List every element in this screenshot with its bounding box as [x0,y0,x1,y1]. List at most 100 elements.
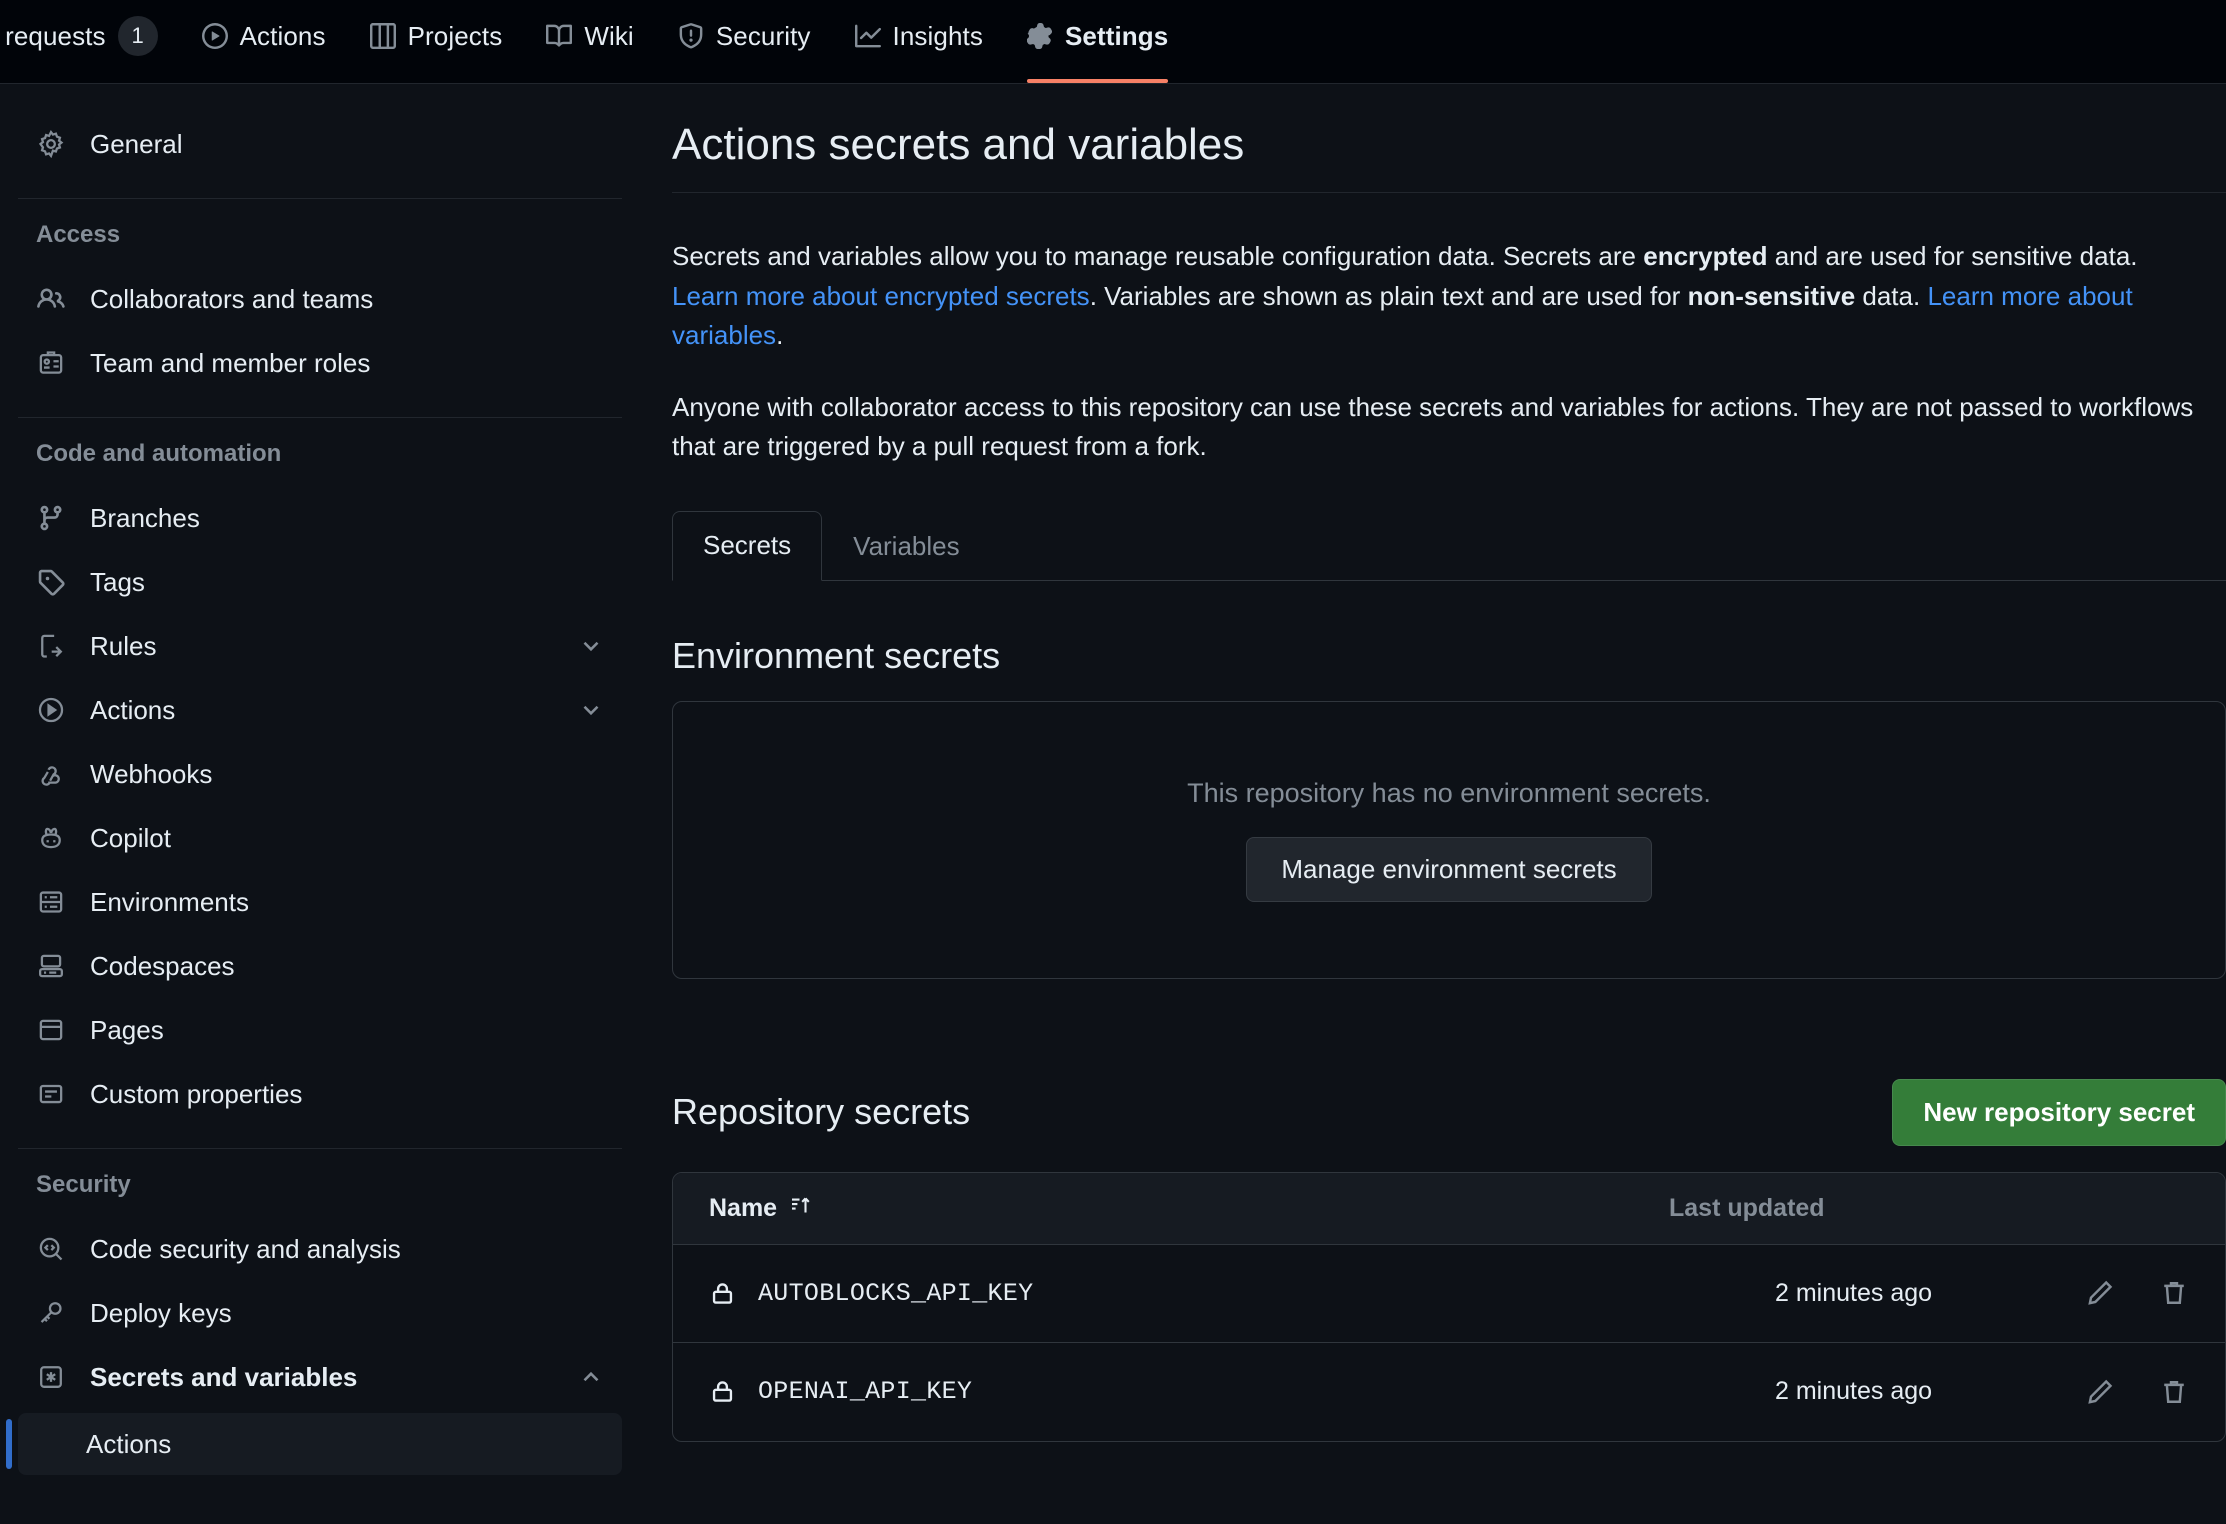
graph-icon [854,23,881,49]
sidebar-item-codespaces[interactable]: Codespaces [18,934,622,998]
nav-item-security[interactable]: Security [656,0,833,72]
people-icon [36,285,66,313]
main-content: Actions secrets and variables Secrets an… [672,84,2226,1442]
pencil-icon[interactable] [2085,1377,2115,1407]
sort-asc-icon[interactable] [789,1193,813,1224]
nav-item-wiki[interactable]: Wiki [524,0,656,72]
column-header-name[interactable]: Name [709,1193,813,1224]
sidebar-item-team-and-member-roles[interactable]: Team and member roles [18,331,622,395]
active-tab-underline [1026,79,1169,83]
sidebar-divider [18,198,622,199]
chevron-up-icon[interactable] [578,1364,604,1390]
sidebar-item-label: Rules [90,630,157,661]
sidebar-item-label: Team and member roles [90,347,371,378]
nav-item-label: ll requests [0,20,106,51]
pencil-icon[interactable] [2085,1278,2115,1308]
repository-secrets-title: Repository secrets [672,1091,971,1133]
nav-item-label: Projects [407,20,503,51]
sidebar-item-pages[interactable]: Pages [18,998,622,1062]
sidebar-group-title-security: Security [36,1171,131,1198]
lock-icon [709,1378,736,1405]
nav-item-label: Settings [1064,20,1169,51]
sidebar-item-code-security-and-analysis[interactable]: Code security and analysis [18,1217,622,1281]
table-row: AUTOBLOCKS_API_KEY 2 minutes ago [673,1245,2225,1343]
nav-item-projects[interactable]: Projects [348,0,525,72]
sidebar-item-label: Branches [90,502,200,533]
sidebar-item-label: General [90,128,183,159]
secret-last-updated: 2 minutes ago [1775,1377,1933,1406]
sidebar-item-deploy-keys[interactable]: Deploy keys [18,1281,622,1345]
webhook-icon [36,760,66,788]
nav-item-label: Wiki [584,20,634,51]
nav-item-label: Insights [892,20,983,51]
repository-secrets-header: Repository secrets New repository secret [672,1078,2226,1146]
git-branch-icon [36,504,66,532]
sidebar-item-label: Pages [90,1014,164,1045]
secret-name[interactable]: OPENAI_API_KEY [758,1377,972,1406]
play-icon [201,23,228,49]
environment-secrets-title: Environment secrets [672,634,1001,676]
sidebar-item-label: Codespaces [90,950,235,981]
sidebar-divider [18,417,622,418]
sidebar-divider [18,1148,622,1149]
intro-text-part5: . [776,320,784,351]
nav-item-pull-requests[interactable]: ll requests 1 [0,0,180,72]
sidebar-item-actions[interactable]: Actions [18,678,622,742]
nav-item-label: Security [715,20,811,51]
manage-environment-secrets-button[interactable]: Manage environment secrets [1246,836,1652,902]
chevron-down-icon[interactable] [578,633,604,659]
tab-secrets[interactable]: Secrets [672,510,823,581]
intro-text-part2: and are used for sensitive data. [1767,241,2138,271]
shield-icon [678,23,704,49]
secret-name[interactable]: AUTOBLOCKS_API_KEY [758,1279,1033,1308]
play-icon [36,696,66,724]
table-header-row: Name Last updated [673,1172,2225,1245]
sidebar-item-rules[interactable]: Rules [18,614,622,678]
gear-icon [36,130,66,158]
intro-paragraph-2: Anyone with collaborator access to this … [672,391,2194,462]
book-icon [546,23,573,49]
browser-icon [36,1016,66,1044]
sidebar-item-environments[interactable]: Environments [18,870,622,934]
lock-icon [709,1280,736,1307]
page-title: Actions secrets and variables [672,120,1245,169]
repo-navigation: ll requests 1 Actions Projects Wiki Secu… [0,0,2226,84]
sidebar-item-general[interactable]: General [18,112,622,176]
nav-item-settings[interactable]: Settings [1005,0,1190,83]
sidebar-item-copilot[interactable]: Copilot [18,806,622,870]
intro-text-part1: Secrets and variables allow you to manag… [672,241,1644,271]
key-icon [36,1299,66,1327]
nav-item-actions[interactable]: Actions [180,0,348,72]
link-learn-more-encrypted-secrets[interactable]: Learn more about encrypted secrets [672,281,1090,311]
sidebar-item-webhooks[interactable]: Webhooks [18,742,622,806]
intro-bold-encrypted: encrypted [1643,241,1768,271]
title-divider [672,192,2226,193]
sidebar-item-collaborators-and-teams[interactable]: Collaborators and teams [18,267,622,331]
sidebar-item-label: Deploy keys [90,1297,232,1328]
sidebar-subitem-actions[interactable]: Actions [6,1413,622,1475]
sidebar-item-secrets-and-variables[interactable]: Secrets and variables [18,1345,622,1409]
sidebar-item-label: Actions [90,694,176,725]
trash-icon[interactable] [2159,1278,2189,1308]
row-actions [2075,1278,2189,1308]
trash-icon[interactable] [2159,1377,2189,1407]
sidebar-item-custom-properties[interactable]: Custom properties [18,1062,622,1126]
column-header-last-updated: Last updated [1669,1193,1825,1222]
settings-sidebar: General Access Collaborators and teams T… [0,84,640,1475]
server-icon [36,888,66,916]
rules-icon [36,632,66,660]
table-icon [369,23,396,49]
sidebar-item-branches[interactable]: Branches [18,486,622,550]
nav-item-insights[interactable]: Insights [833,0,1005,72]
row-actions [2075,1377,2189,1407]
sidebar-group-title-access: Access [36,221,121,248]
intro-paragraph-1: Secrets and variables allow you to manag… [672,237,2206,356]
copilot-icon [36,824,66,852]
sidebar-item-tags[interactable]: Tags [18,550,622,614]
properties-icon [36,1080,66,1108]
nav-item-label: Actions [239,20,326,51]
secrets-variables-tabs: Secrets Variables [672,510,2226,581]
chevron-down-icon[interactable] [578,697,604,723]
new-repository-secret-button[interactable]: New repository secret [1892,1078,2226,1146]
tab-variables[interactable]: Variables [822,511,990,581]
